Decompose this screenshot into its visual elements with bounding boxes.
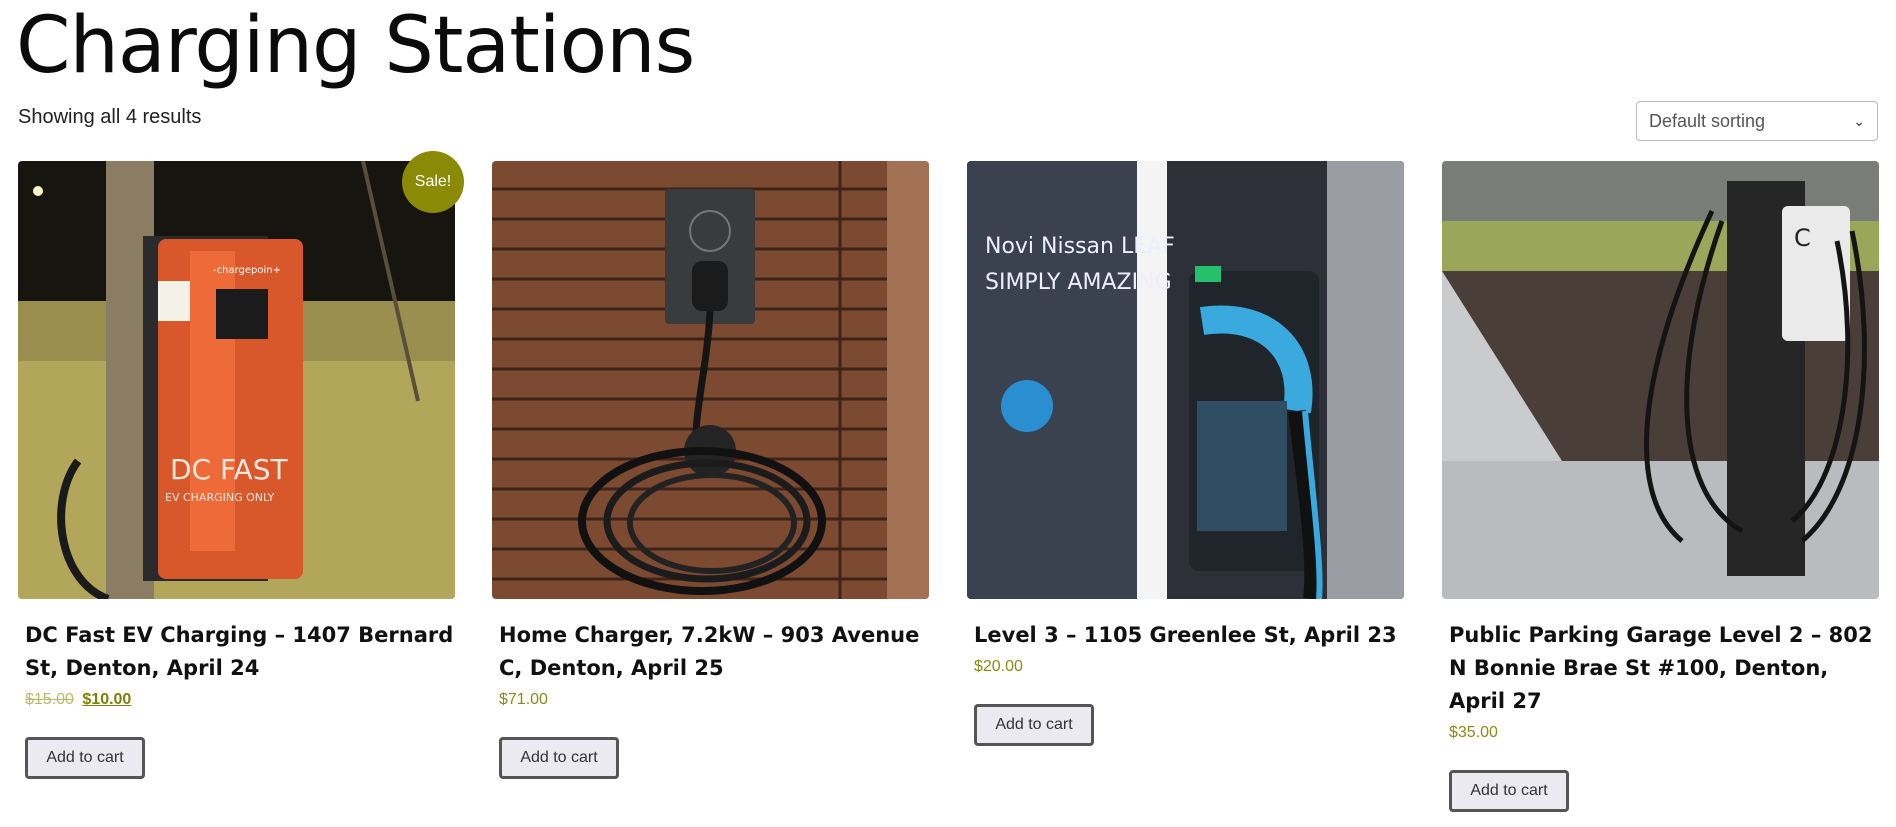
product-card: Sale! -chargepoin+ DC FAST EV CHARGING O… <box>18 151 464 779</box>
product-image-home-charger[interactable] <box>492 161 929 599</box>
sale-badge: Sale! <box>402 151 464 213</box>
price-current: $71.00 <box>499 691 548 708</box>
parking-garage-charger-image: C <box>1442 161 1879 599</box>
result-count: Showing all 4 results <box>18 106 202 128</box>
product-image-level3[interactable]: Novi Nissan LEAF SIMPLY AMAZING <box>967 161 1404 599</box>
product-card: Home Charger, 7.2kW – 903 Avenue C, Dent… <box>492 161 929 779</box>
svg-text:C: C <box>1794 224 1811 252</box>
svg-text:DC FAST: DC FAST <box>170 453 288 486</box>
sort-select[interactable]: Default sorting ⌄ <box>1636 101 1878 141</box>
product-card: Novi Nissan LEAF SIMPLY AMAZING Level 3 … <box>967 161 1404 746</box>
svg-text:EV CHARGING ONLY: EV CHARGING ONLY <box>165 491 275 504</box>
product-price: $35.00 <box>1449 724 1879 742</box>
price-current: $20.00 <box>974 658 1023 675</box>
product-card: C Public Parking Garage Level 2 – 802 N … <box>1442 161 1879 812</box>
add-to-cart-button[interactable]: Add to cart <box>974 704 1094 746</box>
product-title[interactable]: Home Charger, 7.2kW – 903 Avenue C, Dent… <box>499 619 929 685</box>
svg-text:-chargepoin+: -chargepoin+ <box>213 265 281 276</box>
product-price: $15.00 $10.00 <box>25 691 455 709</box>
add-to-cart-button[interactable]: Add to cart <box>25 737 145 779</box>
chevron-down-icon: ⌄ <box>1853 112 1865 129</box>
nissan-charger-image: Novi Nissan LEAF SIMPLY AMAZING <box>967 161 1404 599</box>
charging-station-image: -chargepoin+ DC FAST EV CHARGING ONLY <box>18 161 455 599</box>
product-price: $71.00 <box>499 691 929 709</box>
add-to-cart-button[interactable]: Add to cart <box>499 737 619 779</box>
svg-text:SIMPLY AMAZING: SIMPLY AMAZING <box>985 270 1172 295</box>
page-title: Charging Stations <box>16 1 695 91</box>
product-price: $20.00 <box>974 658 1404 676</box>
price-original: $15.00 <box>25 691 74 708</box>
add-to-cart-button[interactable]: Add to cart <box>1449 770 1569 812</box>
sort-select-value: Default sorting <box>1649 110 1766 131</box>
product-title[interactable]: Public Parking Garage Level 2 – 802 N Bo… <box>1449 619 1879 718</box>
product-grid: Sale! -chargepoin+ DC FAST EV CHARGING O… <box>18 151 1880 812</box>
wall-charger-image <box>492 161 929 599</box>
svg-text:Novi Nissan LEAF: Novi Nissan LEAF <box>985 234 1175 259</box>
product-image-dc-fast[interactable]: -chargepoin+ DC FAST EV CHARGING ONLY <box>18 161 455 599</box>
product-title[interactable]: Level 3 – 1105 Greenlee St, April 23 <box>974 619 1404 652</box>
price-sale: $10.00 <box>82 691 132 708</box>
price-current: $35.00 <box>1449 724 1498 741</box>
product-image-parking-garage[interactable]: C <box>1442 161 1879 599</box>
product-title[interactable]: DC Fast EV Charging – 1407 Bernard St, D… <box>25 619 455 685</box>
